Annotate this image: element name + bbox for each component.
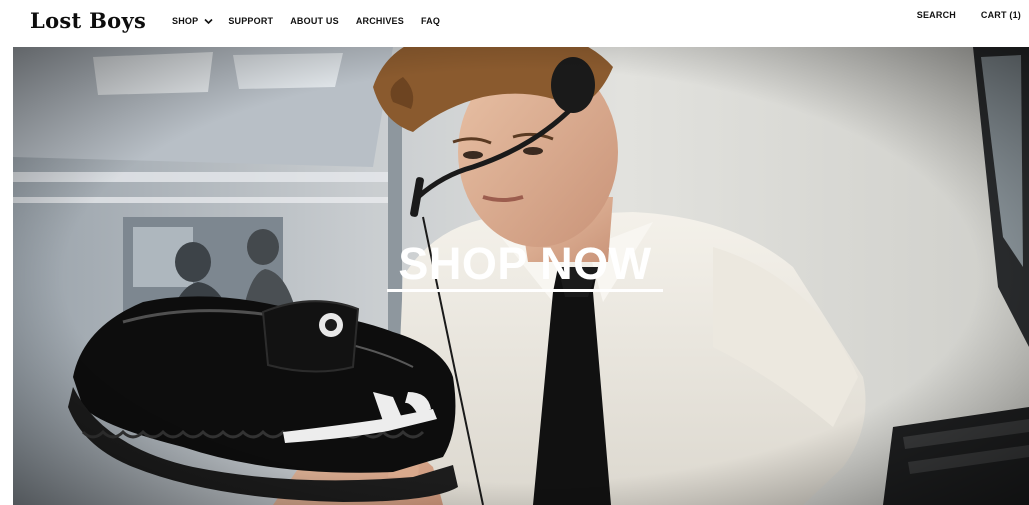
shop-now-underline xyxy=(387,289,663,292)
main-nav: SHOP SUPPORT ABOUT US ARCHIVES FAQ xyxy=(172,15,440,27)
nav-shop[interactable]: SHOP xyxy=(172,15,213,27)
nav-shop-label: SHOP xyxy=(172,16,199,26)
hero-banner[interactable]: SHOP NOW xyxy=(13,47,1029,505)
nav-faq[interactable]: FAQ xyxy=(421,15,440,27)
shop-now-button[interactable]: SHOP NOW xyxy=(387,239,663,289)
nav-archives[interactable]: ARCHIVES xyxy=(356,15,404,27)
cart-link[interactable]: CART (1) xyxy=(981,9,1021,21)
site-logo[interactable]: Lost Boys xyxy=(30,6,146,36)
chevron-down-icon xyxy=(204,18,213,24)
nav-support[interactable]: SUPPORT xyxy=(228,15,273,27)
search-link[interactable]: SEARCH xyxy=(917,9,956,21)
site-header: Lost Boys SHOP SUPPORT ABOUT US ARCHIVES… xyxy=(0,0,1029,44)
nav-about-us[interactable]: ABOUT US xyxy=(290,15,339,27)
